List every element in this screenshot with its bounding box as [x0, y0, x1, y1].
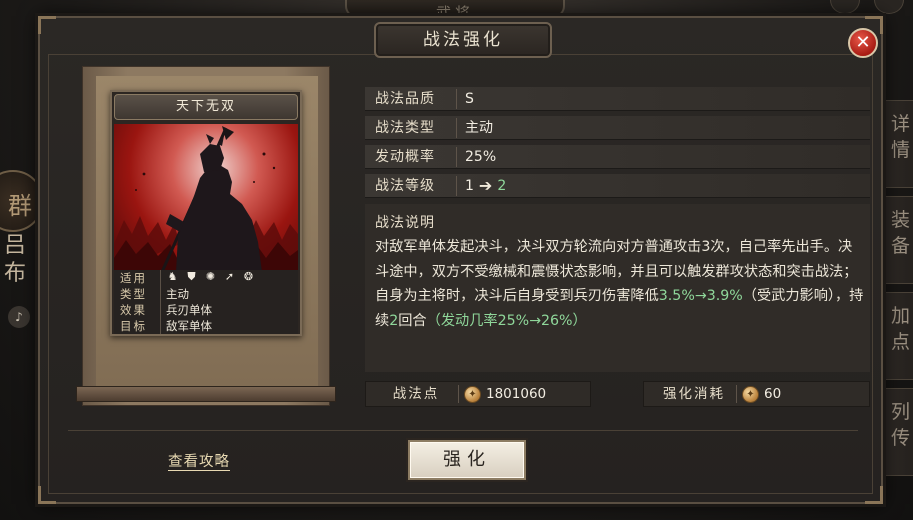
speaker-icon[interactable]: ♪	[8, 306, 30, 328]
stat-key: 适用	[120, 271, 147, 285]
shield-icon: ⛊	[187, 270, 196, 283]
info-row-rate: 发动概率 25%	[365, 145, 870, 169]
info-row-type: 战法类型 主动	[365, 116, 870, 140]
type-value: 主动	[465, 120, 493, 136]
dialog-title: 战法强化	[374, 22, 552, 58]
level-from: 1	[465, 178, 474, 194]
view-guide-link[interactable]: 查看攻略	[168, 450, 230, 471]
siege-icon: ❂	[243, 270, 254, 283]
tactic-card: 天下无双 适用 ♞ ⛊ ✺ ➚ ❂ 类型 主动 效果 兵刃单体 目标 敌军单体	[110, 90, 302, 336]
stat-row-type: 类型 主动	[114, 286, 298, 302]
footer-divider	[68, 430, 858, 431]
row-divider	[456, 176, 457, 196]
tactic-upgrade-dialog: 战法强化 ✕ 天下无双 适用 ♞ ⛊ ✺ ➚ ❂ 类型 主动 效果 兵刃单体 目…	[38, 16, 883, 504]
row-divider	[456, 118, 457, 138]
stat-row-effect: 效果 兵刃单体	[114, 302, 298, 318]
info-row-quality: 战法品质 S	[365, 87, 870, 111]
tactic-points-box: 战法点 ✦ 1801060	[365, 381, 591, 407]
stat-value: 主动	[166, 287, 189, 301]
cost-value: 60	[764, 386, 782, 402]
row-divider	[456, 147, 457, 167]
rate-value: 25%	[465, 149, 497, 165]
description-segment: （发动几率25%→26%）	[426, 312, 587, 329]
stat-row-target: 目标 敌军单体	[114, 318, 298, 334]
bow-icon: ✺	[205, 270, 216, 283]
upgrade-cost-box: 强化消耗 ✦ 60	[643, 381, 870, 407]
stat-row-suitable: 适用 ♞ ⛊ ✺ ➚ ❂	[114, 270, 298, 286]
upgrade-button[interactable]: 强化	[408, 440, 526, 480]
info-row-level: 战法等级 1 ➔ 2	[365, 174, 870, 198]
stat-key: 类型	[120, 287, 147, 301]
cost-label: 强化消耗	[663, 386, 725, 402]
frame-corner	[865, 486, 883, 504]
tactic-point-icon: ✦	[742, 386, 759, 403]
side-tab-biography[interactable]: 列传	[884, 388, 913, 476]
points-label: 战法点	[392, 386, 440, 402]
level-value: 1 ➔ 2	[465, 174, 506, 198]
frame-corner	[38, 16, 56, 34]
general-name: 吕布	[4, 233, 27, 286]
tactic-artwork	[114, 124, 298, 272]
side-tab-details[interactable]: 详情	[884, 100, 913, 188]
frame-corner	[38, 486, 56, 504]
info-label: 战法品质	[375, 91, 435, 107]
arrow-right-icon: ➔	[478, 176, 493, 195]
info-label: 战法等级	[375, 178, 435, 194]
side-tab-equipment[interactable]: 装备	[884, 196, 913, 284]
description-segment: 2	[389, 312, 399, 329]
description-title: 战法说明	[375, 215, 435, 231]
stat-value: 敌军单体	[166, 319, 212, 333]
tactic-point-icon: ✦	[464, 386, 481, 403]
tactic-name: 天下无双	[114, 94, 298, 120]
side-tab-points[interactable]: 加点	[884, 292, 913, 380]
row-divider	[458, 385, 459, 403]
description-segment: 回合	[398, 312, 427, 329]
description-text: 对敌军单体发起决斗，决斗双方轮流向对方普通攻击3次，自己率先出手。决斗途中，双方…	[375, 235, 865, 333]
cavalry-icon: ♞	[167, 270, 178, 283]
info-label: 发动概率	[375, 149, 435, 165]
quality-value: S	[465, 91, 474, 107]
stat-key: 目标	[120, 319, 147, 333]
description-segment: 3.5%→3.9%	[658, 288, 743, 304]
stat-key: 效果	[120, 303, 147, 317]
level-to: 2	[497, 178, 507, 194]
stat-value: 兵刃单体	[166, 303, 212, 317]
points-value: 1801060	[486, 386, 547, 402]
spear-icon: ➚	[224, 270, 235, 283]
tactic-stats: 适用 ♞ ⛊ ✺ ➚ ❂ 类型 主动 效果 兵刃单体 目标 敌军单体	[114, 270, 298, 334]
row-divider	[736, 385, 737, 403]
tactic-description: 战法说明 对敌军单体发起决斗，决斗双方轮流向对方普通攻击3次，自己率先出手。决斗…	[365, 204, 870, 372]
scroll-rod	[76, 386, 336, 402]
troop-type-icons: ♞ ⛊ ✺ ➚ ❂	[166, 270, 255, 286]
warrior-silhouette	[114, 126, 298, 272]
info-label: 战法类型	[375, 120, 435, 136]
close-icon[interactable]: ✕	[848, 28, 878, 58]
row-divider	[456, 89, 457, 109]
